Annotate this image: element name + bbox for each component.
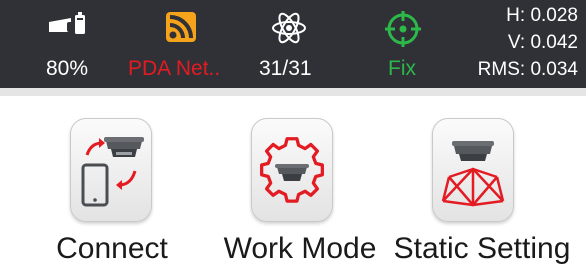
solution-status[interactable]: Fix bbox=[378, 0, 428, 88]
network-status[interactable]: PDA Net.. bbox=[128, 0, 238, 88]
work-mode-gear-icon bbox=[260, 137, 324, 203]
status-bar: 80% PDA Net.. 31/31 Fix H: 0.028 V: 0.04… bbox=[0, 0, 586, 88]
vertical-precision: V: 0.042 bbox=[507, 32, 578, 53]
static-setting-button[interactable] bbox=[432, 118, 514, 222]
connect-label: Connect bbox=[56, 232, 168, 265]
receiver-battery-icon bbox=[49, 12, 85, 34]
precision-readout[interactable]: H: 0.028 V: 0.042 RMS: 0.034 bbox=[478, 2, 578, 83]
connect-button[interactable] bbox=[70, 118, 152, 222]
static-setting-tripod-icon bbox=[441, 141, 505, 207]
satellite-atom-icon bbox=[272, 12, 306, 44]
work-mode-button[interactable] bbox=[251, 118, 333, 222]
crosshair-fix-icon bbox=[385, 11, 421, 47]
header-divider bbox=[0, 88, 586, 96]
rms-precision: RMS: 0.034 bbox=[477, 59, 578, 80]
satellite-status[interactable]: 31/31 bbox=[255, 0, 325, 88]
network-value: PDA Net.. bbox=[128, 57, 221, 80]
connect-device-icon bbox=[81, 137, 144, 207]
battery-value: 80% bbox=[46, 57, 89, 80]
horizontal-precision: H: 0.028 bbox=[506, 5, 578, 26]
pda-network-signal-icon bbox=[166, 12, 196, 42]
satellite-count: 31/31 bbox=[259, 57, 312, 80]
solution-value: Fix bbox=[388, 57, 416, 80]
static-setting-label: Static Setting bbox=[393, 232, 571, 265]
work-mode-label: Work Mode bbox=[223, 232, 377, 265]
battery-status[interactable]: 80% bbox=[38, 0, 98, 88]
